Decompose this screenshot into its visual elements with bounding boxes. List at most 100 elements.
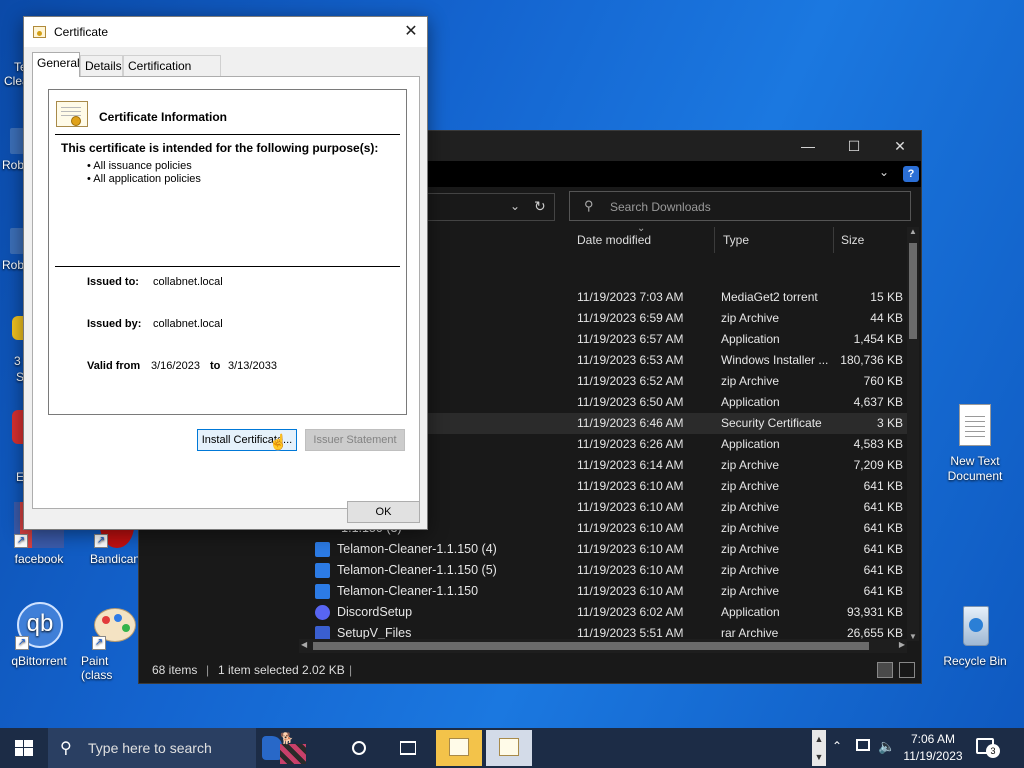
file-row[interactable]: DiscordSetup 11/19/2023 6:02 AM Applicatio…: [299, 602, 907, 623]
help-icon[interactable]: ?: [903, 166, 919, 182]
minimize-button[interactable]: —: [785, 131, 831, 161]
desktop-icon-new-text-document[interactable]: New Text Document: [937, 402, 1013, 484]
certificate-icon: [33, 26, 46, 38]
ok-button[interactable]: OK: [347, 501, 420, 523]
issued-by-value: collabnet.local: [153, 318, 223, 330]
desktop-icon-partial[interactable]: Rob: [0, 228, 24, 274]
task-view-icon: [400, 741, 416, 755]
app-icon: [10, 228, 24, 254]
file-type: zip Archive: [721, 542, 780, 556]
text-document-icon: [951, 402, 999, 450]
column-header-type[interactable]: Type: [715, 225, 833, 255]
shortcut-arrow-icon: ↗: [14, 534, 28, 548]
desktop-icon-partial[interactable]: Te Clea: [0, 60, 29, 90]
desktop-icon-label: qBittorrent: [11, 654, 67, 668]
desktop-icon-label: New Text Document: [947, 454, 1003, 483]
status-divider: |: [206, 663, 210, 677]
scrollbar-thumb[interactable]: [909, 243, 917, 339]
file-type: zip Archive: [721, 500, 780, 514]
cortana-button[interactable]: [336, 730, 382, 766]
file-size: 44 KB: [870, 311, 903, 325]
horizontal-scrollbar[interactable]: ◀ ▶: [299, 639, 907, 653]
desktop-icon-qbittorrent[interactable]: qb ↗ qBittorrent: [1, 602, 77, 668]
taskbar-scroll-down-icon[interactable]: ▼: [812, 748, 826, 766]
certificate-icon: [499, 738, 519, 756]
desktop-icon-recycle-bin[interactable]: Recycle Bin: [937, 602, 1013, 668]
status-divider: |: [349, 663, 353, 677]
file-row[interactable]: Telamon-Cleaner-1.1.150 (5) 11/19/2023 6:…: [299, 560, 907, 581]
scroll-right-icon[interactable]: ▶: [899, 640, 905, 649]
task-view-button[interactable]: [384, 730, 430, 766]
mouse-cursor-icon: ☝: [269, 434, 288, 451]
file-size: 15 KB: [870, 290, 903, 304]
scroll-down-icon[interactable]: ▼: [909, 632, 917, 641]
divider: [55, 134, 400, 135]
search-placeholder: Search Downloads: [610, 200, 711, 214]
qbittorrent-icon: qb ↗: [15, 602, 63, 650]
file-row[interactable]: Telamon-Cleaner-1.1.150 11/19/2023 6:10 A…: [299, 581, 907, 602]
notification-center-icon[interactable]: 3: [976, 738, 1000, 758]
desktop-icon-partial[interactable]: 3 S: [0, 316, 24, 386]
file-date: 11/19/2023 6:10 AM: [577, 563, 684, 577]
start-button[interactable]: [0, 728, 48, 768]
dialog-titlebar[interactable]: Certificate ✕: [24, 17, 427, 47]
taskbar-scroll-up-icon[interactable]: ▲: [812, 730, 826, 748]
file-type: Application: [721, 395, 780, 409]
vertical-scrollbar[interactable]: ▲ ▼: [907, 227, 919, 641]
file-type: Application: [721, 332, 780, 346]
large-icons-view-icon[interactable]: [899, 662, 915, 678]
taskbar-certificate-app-1[interactable]: [436, 730, 482, 766]
address-dropdown-icon[interactable]: ⌄: [510, 199, 520, 213]
clock[interactable]: 7:06 AM 11/19/2023: [900, 731, 966, 765]
taskbar-app-icon[interactable]: 🐕: [258, 730, 306, 766]
scroll-up-icon[interactable]: ▲: [909, 227, 917, 236]
network-icon[interactable]: [856, 739, 870, 751]
show-hidden-icons-icon[interactable]: ⌃: [832, 739, 842, 753]
file-size: 7,209 KB: [853, 458, 903, 472]
file-type: MediaGet2 torrent: [721, 290, 818, 304]
search-input[interactable]: ⚲ Search Downloads: [569, 191, 911, 221]
file-row[interactable]: Telamon-Cleaner-1.1.150 (4) 11/19/2023 6:…: [299, 539, 907, 560]
tab-details[interactable]: Details: [80, 55, 123, 77]
desktop-icon-partial[interactable]: E: [0, 410, 24, 484]
windows-logo-icon: [15, 740, 33, 756]
valid-to-value: 3/13/2033: [228, 360, 277, 372]
volume-muted-icon[interactable]: 🔈: [878, 738, 895, 755]
clock-date: 11/19/2023: [903, 749, 963, 763]
file-name: Telamon-Cleaner-1.1.150 (4): [337, 542, 497, 556]
desktop-icon-partial-label: Rob: [2, 158, 25, 172]
search-icon: ⚲: [60, 740, 72, 757]
desktop-icon-paint[interactable]: ↗ Paint (class: [78, 602, 140, 682]
desktop-icon-partial[interactable]: Rob: [0, 128, 24, 174]
discord-file-icon: [315, 605, 330, 620]
issued-to-value: collabnet.local: [153, 276, 223, 288]
file-size: 641 KB: [863, 479, 903, 493]
scroll-left-icon[interactable]: ◀: [301, 640, 307, 649]
file-date: 11/19/2023 6:57 AM: [577, 332, 684, 346]
item-count: 68 items: [152, 663, 198, 677]
dialog-title: Certificate: [54, 25, 109, 39]
taskbar-certificate-app-2[interactable]: [486, 730, 532, 766]
issuer-statement-button[interactable]: Issuer Statement: [305, 429, 405, 451]
taskbar-search-box[interactable]: ⚲ Type here to search: [48, 728, 256, 768]
close-button[interactable]: ✕: [877, 131, 923, 161]
close-icon[interactable]: ✕: [396, 19, 426, 45]
recycle-bin-icon: [951, 602, 999, 650]
purpose-item: • All issuance policies: [87, 160, 192, 172]
app-icon: [10, 128, 24, 154]
valid-from-value: 3/16/2023: [151, 360, 200, 372]
address-bar[interactable]: ⌄ ↻: [419, 193, 555, 221]
navigation-pane[interactable]: [139, 531, 297, 657]
shortcut-arrow-icon: ↗: [94, 534, 108, 548]
maximize-button[interactable]: ☐: [831, 131, 877, 161]
details-view-icon[interactable]: [877, 662, 893, 678]
tab-certification-path[interactable]: Certification Path: [123, 55, 221, 93]
refresh-icon[interactable]: ↻: [534, 198, 546, 215]
file-date: 11/19/2023 6:50 AM: [577, 395, 684, 409]
column-header-size[interactable]: Size: [833, 225, 905, 255]
game-app-icon: [262, 736, 282, 760]
clock-time: 7:06 AM: [910, 732, 956, 746]
expand-ribbon-icon[interactable]: ⌄: [879, 165, 889, 179]
scrollbar-thumb[interactable]: [313, 642, 869, 650]
tab-general[interactable]: General: [32, 52, 80, 77]
